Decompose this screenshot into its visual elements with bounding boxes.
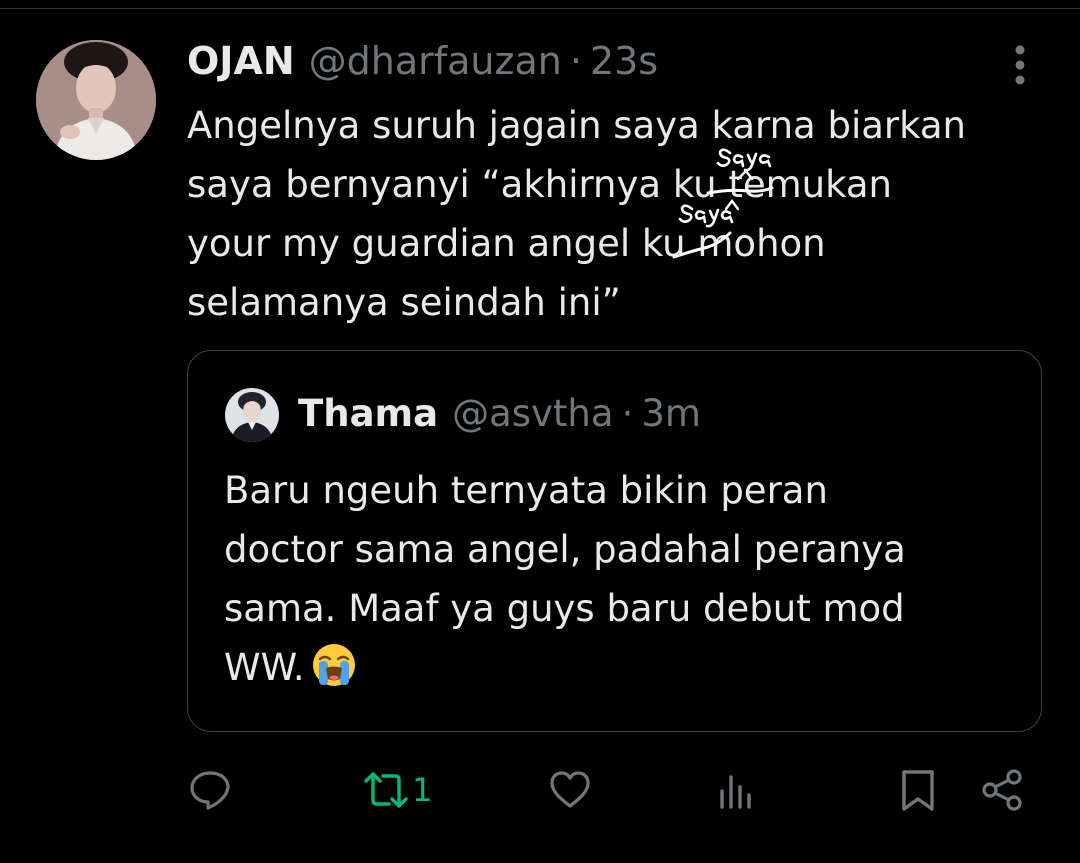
quoted-text-line: Baru ngeuh ternyata bikin peran <box>224 469 828 512</box>
views-icon <box>720 775 751 809</box>
quoted-tweet-timestamp[interactable]: 3m <box>641 389 701 439</box>
retweet-button[interactable]: 1 <box>362 760 432 820</box>
top-divider <box>0 8 1080 9</box>
share-button[interactable] <box>979 760 1025 820</box>
author-avatar-image <box>36 40 156 160</box>
quoted-author-display-name[interactable]: Thama <box>298 389 438 439</box>
tweet-header: OJAN @dharfauzan · 23s <box>187 38 658 84</box>
quoted-text-line: WW. <box>224 646 305 689</box>
tweet-text-line: your my guardian angel ku mohon <box>187 222 826 265</box>
heart-icon <box>550 771 590 808</box>
quoted-tweet-card[interactable]: Thama @asvtha · 3m Baru ngeuh ternyata b… <box>187 350 1042 732</box>
retweet-icon <box>364 772 408 808</box>
tweet-action-bar: 1 <box>187 760 1032 820</box>
author-handle[interactable]: @dharfauzan <box>309 38 562 84</box>
share-icon <box>982 769 1022 811</box>
retweet-count: 1 <box>412 771 433 809</box>
loudly-crying-face-icon <box>312 644 355 686</box>
author-avatar[interactable] <box>36 40 156 160</box>
reply-button[interactable] <box>187 760 233 820</box>
quoted-author-avatar[interactable] <box>225 388 279 442</box>
quoted-author-handle[interactable]: @asvtha <box>452 389 613 439</box>
more-options-button[interactable] <box>1000 40 1040 90</box>
tweet-text-line: saya bernyanyi “akhirnya ku temukan <box>187 163 893 206</box>
bookmark-icon <box>902 770 934 811</box>
tweet-text-line: selamanya seindah ini” <box>187 281 621 324</box>
more-vertical-icon <box>1015 45 1025 85</box>
tweet-timestamp[interactable]: 23s <box>590 38 658 84</box>
author-display-name[interactable]: OJAN <box>187 38 295 84</box>
quoted-text-line: sama. Maaf ya guys baru debut mod <box>224 587 905 630</box>
reply-icon <box>190 771 230 810</box>
bookmark-button[interactable] <box>897 760 939 820</box>
quoted-text-line: doctor sama angel, padahal peranya <box>224 528 906 571</box>
quoted-tweet-text: Baru ngeuh ternyata bikin peran doctor s… <box>224 461 1024 697</box>
quoted-author-avatar-image <box>225 388 279 442</box>
views-button[interactable] <box>715 760 757 820</box>
quoted-tweet-header: Thama @asvtha · 3m <box>298 389 701 439</box>
tweet-text-line: Angelnya suruh jagain saya karna biarkan <box>187 104 967 147</box>
header-separator: · <box>569 39 582 83</box>
like-button[interactable] <box>547 760 593 820</box>
quoted-text-line-last: WW. <box>224 638 1024 697</box>
quoted-header-separator: · <box>621 392 634 435</box>
tweet-text: Angelnya suruh jagain saya karna biarkan… <box>187 96 1057 332</box>
